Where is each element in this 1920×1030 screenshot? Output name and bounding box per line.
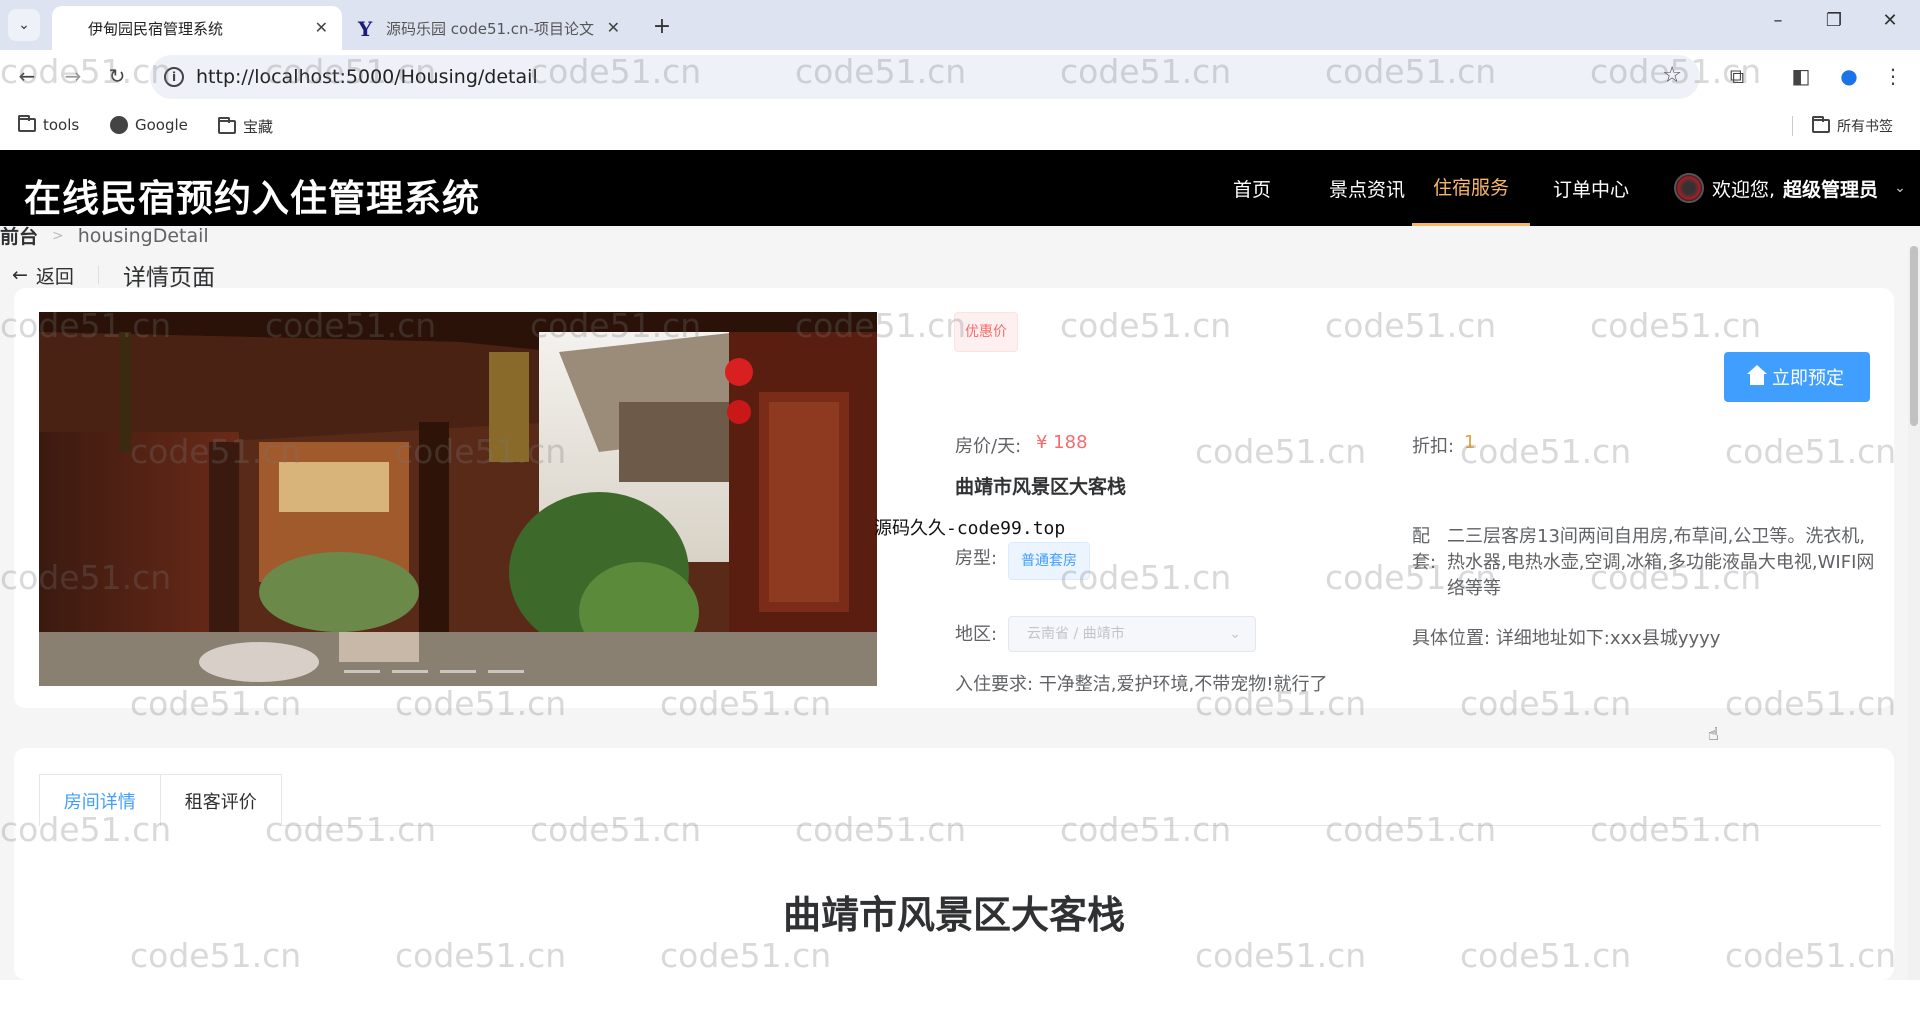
book-now-label: 立即预定 xyxy=(1772,368,1844,389)
region-label: 地区: xyxy=(955,624,998,645)
breadcrumb: 前台 > housingDetail xyxy=(0,222,209,249)
forward-arrow-icon[interactable]: → xyxy=(58,64,88,88)
price-value: ¥ 188 xyxy=(1036,432,1088,453)
nav-orders[interactable]: 订单中心 xyxy=(1550,150,1632,226)
reload-icon[interactable]: ↻ xyxy=(102,64,132,88)
discount-label: 折扣: xyxy=(1412,436,1455,457)
nav-home[interactable]: 首页 xyxy=(1222,150,1282,226)
close-icon[interactable]: ✕ xyxy=(607,18,620,37)
side-panel-icon[interactable]: ◧ xyxy=(1786,64,1816,94)
requirement-info: 入住要求: 干净整洁,爱护环境,不带宠物!就行了 xyxy=(955,670,1327,696)
breadcrumb-current: housingDetail xyxy=(77,224,209,247)
location-label: 具体位置: xyxy=(1412,628,1491,649)
home-icon xyxy=(1747,365,1767,385)
globe-icon xyxy=(110,116,128,134)
chevron-down-icon: ⌄ xyxy=(1229,626,1241,642)
bookmarks-bar xyxy=(0,106,1920,150)
content-title: 曲靖市风景区大客栈 xyxy=(782,893,1125,937)
bookmark-treasure[interactable]: 宝藏 xyxy=(218,116,273,137)
facility-label: 配套: xyxy=(1412,526,1437,573)
site-info-icon[interactable]: i xyxy=(164,67,184,87)
bottom-area xyxy=(0,980,1920,1030)
profile-icon[interactable]: ● xyxy=(1834,64,1864,94)
courtyard-photo xyxy=(39,312,877,686)
bookmark-label: 所有书签 xyxy=(1837,119,1893,135)
left-arrow-icon: ← xyxy=(12,264,28,286)
detail-tabs-card xyxy=(14,748,1894,980)
discount-value: 1 xyxy=(1464,432,1476,453)
carousel-indicator[interactable] xyxy=(440,670,476,673)
region-select: 云南省 / 曲靖市 ⌄ xyxy=(1008,616,1256,652)
bookmark-label: tools xyxy=(43,116,80,134)
welcome-text: 欢迎您, xyxy=(1712,178,1776,201)
book-now-button[interactable]: 立即预定 xyxy=(1724,352,1870,402)
breadcrumb-separator-icon: > xyxy=(52,227,64,244)
window-close-icon[interactable]: ✕ xyxy=(1870,10,1910,31)
bookmark-label: 宝藏 xyxy=(243,118,274,136)
location-info: 具体位置: 详细地址如下:xxx县城yyyy xyxy=(1412,624,1720,650)
folder-icon xyxy=(1812,116,1830,133)
price-label: 房价/天: xyxy=(955,436,1022,457)
page-header: ← 返回 详情页面 xyxy=(12,258,215,292)
page-title: 详情页面 xyxy=(122,265,215,291)
carousel-indicator[interactable] xyxy=(392,670,428,673)
minimize-icon[interactable]: – xyxy=(1758,10,1798,31)
location-value: 详细地址如下:xxx县城yyyy xyxy=(1495,628,1721,649)
app-header: 在线民宿预约入住管理系统 首页 景点资讯 住宿服务 订单中心 欢迎您, 超级管理… xyxy=(0,150,1920,226)
new-tab-plus-icon[interactable]: + xyxy=(646,10,678,42)
bookmark-google[interactable]: Google xyxy=(110,116,188,134)
app-title: 在线民宿预约入住管理系统 xyxy=(24,177,480,220)
browser-tab-active[interactable]: 伊甸园民宿管理系统 ✕ xyxy=(52,6,342,50)
bookmark-label: Google xyxy=(135,116,188,134)
housing-photo-carousel[interactable] xyxy=(39,312,877,686)
carousel-indicator[interactable] xyxy=(488,670,524,673)
bookmarks-divider xyxy=(1792,116,1793,136)
carousel-indicator[interactable] xyxy=(344,670,380,673)
tabs-underline xyxy=(39,825,1881,826)
breadcrumb-home[interactable]: 前台 xyxy=(0,222,38,249)
bookmark-star-icon[interactable]: ☆ xyxy=(1662,63,1682,88)
close-icon[interactable]: ✕ xyxy=(315,18,328,37)
back-arrow-icon[interactable]: ← xyxy=(12,64,42,88)
site-favicon-icon: Y xyxy=(358,17,373,41)
bookmark-tools[interactable]: tools xyxy=(18,115,80,134)
tab-title: 源码乐园 code51.cn-项目论文 xyxy=(386,19,594,38)
back-label: 返回 xyxy=(35,265,74,288)
overlay-watermark-text: 源码久久-code99.top xyxy=(874,518,1066,539)
requirement-label: 入住要求: xyxy=(955,674,1034,695)
avatar xyxy=(1674,173,1704,203)
hand-cursor-icon: ☝ xyxy=(1708,724,1719,745)
header-divider xyxy=(97,266,99,284)
back-button[interactable]: ← 返回 xyxy=(12,262,74,289)
url-text: http://localhost:5000/Housing/detail xyxy=(196,66,538,88)
user-menu[interactable]: 欢迎您, 超级管理员 ⌄ xyxy=(1674,150,1906,226)
housing-name: 曲靖市风景区大客栈 xyxy=(955,476,1127,498)
scrollbar-thumb[interactable] xyxy=(1910,246,1918,426)
folder-icon xyxy=(218,116,236,134)
folder-icon xyxy=(18,115,36,132)
more-menu-icon[interactable]: ⋮ xyxy=(1878,64,1908,94)
sale-badge: 优惠价 xyxy=(954,312,1018,352)
tab-room-detail[interactable]: 房间详情 xyxy=(40,775,161,826)
room-type-tag: 普通套房 xyxy=(1008,542,1090,580)
requirement-value: 干净整洁,爱护环境,不带宠物!就行了 xyxy=(1038,674,1328,695)
tab-search-icon[interactable]: ⌄ xyxy=(8,9,40,41)
facility-value: 二三层客房13间两间自用房,布草间,公卫等。洗衣机,热水器,电热水壶,空调,冰箱… xyxy=(1447,526,1875,599)
nav-housing[interactable]: 住宿服务 xyxy=(1412,150,1530,226)
type-label: 房型: xyxy=(955,548,998,569)
tabs-header: 房间详情 租客评价 xyxy=(39,774,282,826)
user-name: 超级管理员 xyxy=(1783,178,1879,201)
chevron-down-icon: ⌄ xyxy=(1894,180,1906,196)
browser-tab-inactive[interactable]: Y 源码乐园 code51.cn-项目论文 ✕ xyxy=(350,6,634,50)
all-bookmarks[interactable]: 所有书签 xyxy=(1812,116,1893,136)
tab-title: 伊甸园民宿管理系统 xyxy=(88,19,224,38)
region-select-value: 云南省 / 曲靖市 xyxy=(1027,626,1125,642)
tab-reviews[interactable]: 租客评价 xyxy=(161,775,282,826)
address-bar[interactable]: i http://localhost:5000/Housing/detail ☆ xyxy=(150,55,1700,99)
extensions-icon[interactable]: ⧉ xyxy=(1722,64,1752,94)
restore-icon[interactable]: ❐ xyxy=(1814,10,1854,31)
nav-attractions[interactable]: 景点资讯 xyxy=(1312,150,1422,226)
